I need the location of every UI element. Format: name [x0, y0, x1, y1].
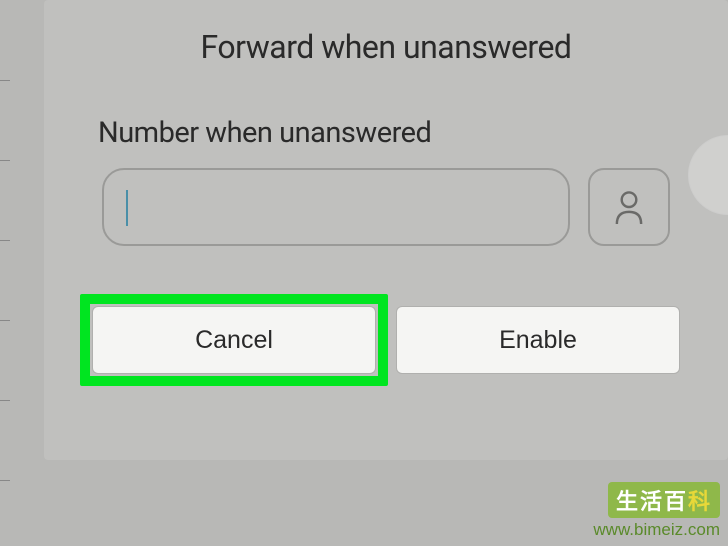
button-row: Cancel Enable — [84, 306, 688, 374]
enable-button[interactable]: Enable — [396, 306, 680, 374]
number-field-label: Number when unanswered — [98, 116, 688, 150]
person-icon — [614, 190, 644, 224]
pick-contact-button[interactable] — [588, 168, 670, 246]
dialog-title: Forward when unanswered — [84, 28, 688, 66]
cancel-highlight: Cancel — [92, 306, 376, 374]
forward-dialog: Forward when unanswered Number when unan… — [44, 0, 728, 460]
watermark-url: www.bimeiz.com — [593, 520, 720, 540]
watermark: 生活百科 www.bimeiz.com — [593, 482, 720, 540]
watermark-logo: 生活百科 — [608, 482, 720, 518]
phone-number-input[interactable] — [102, 168, 570, 246]
input-row — [84, 168, 688, 246]
cancel-button[interactable]: Cancel — [92, 306, 376, 374]
